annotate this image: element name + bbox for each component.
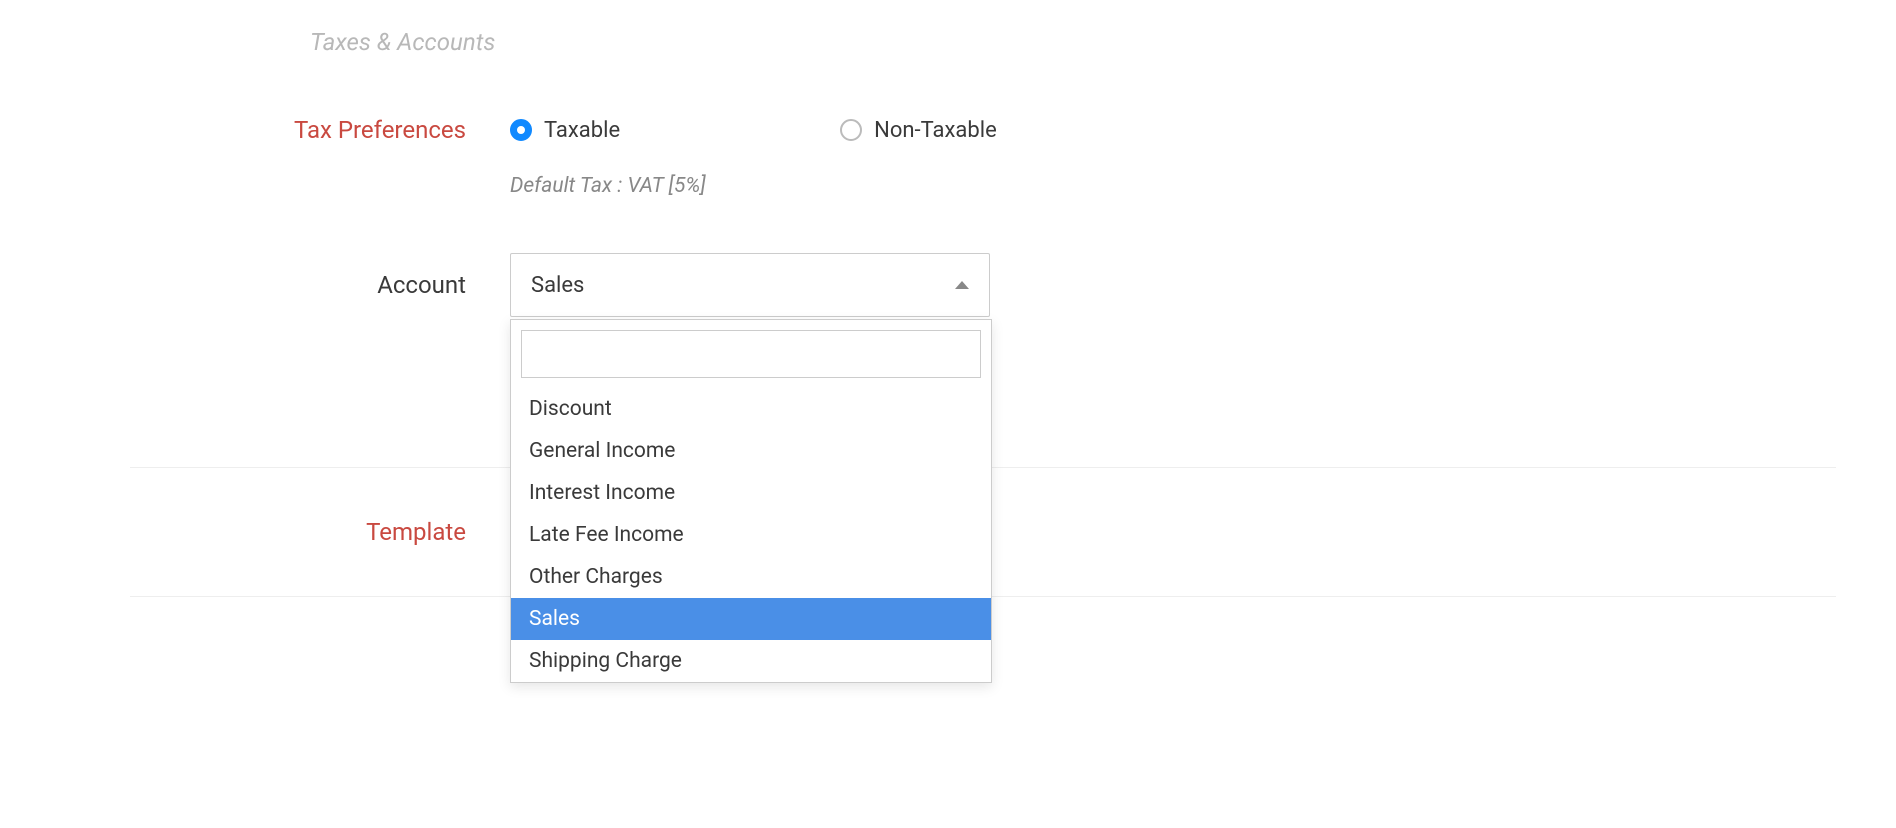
radio-non-taxable[interactable]: Non-Taxable bbox=[840, 118, 997, 143]
account-label: Account bbox=[130, 271, 510, 299]
template-label: Template bbox=[130, 518, 510, 546]
dropdown-item-interest-income[interactable]: Interest Income bbox=[511, 472, 991, 514]
dropdown-item-general-income[interactable]: General Income bbox=[511, 430, 991, 472]
account-select[interactable]: Sales bbox=[510, 253, 990, 317]
radio-non-taxable-label: Non-Taxable bbox=[874, 118, 997, 143]
dropdown-item-discount[interactable]: Discount bbox=[511, 388, 991, 430]
dropdown-item-shipping-charge[interactable]: Shipping Charge bbox=[511, 640, 991, 682]
account-dropdown-list: Discount General Income Interest Income … bbox=[511, 388, 991, 682]
section-heading: Taxes & Accounts bbox=[310, 28, 1836, 56]
radio-circle-checked-icon bbox=[510, 119, 532, 141]
dropdown-item-sales[interactable]: Sales bbox=[511, 598, 991, 640]
dropdown-search-wrapper bbox=[511, 320, 991, 388]
account-row: Account Sales Discount General Income In… bbox=[130, 253, 1836, 317]
caret-up-icon bbox=[955, 281, 969, 289]
radio-taxable[interactable]: Taxable bbox=[510, 118, 620, 143]
tax-preferences-label: Tax Preferences bbox=[130, 116, 510, 144]
account-dropdown: Discount General Income Interest Income … bbox=[510, 319, 992, 683]
account-search-input[interactable] bbox=[521, 330, 981, 378]
radio-circle-unchecked-icon bbox=[840, 119, 862, 141]
default-tax-text: Default Tax : VAT [5%] bbox=[510, 174, 1836, 198]
dropdown-item-late-fee-income[interactable]: Late Fee Income bbox=[511, 514, 991, 556]
radio-taxable-label: Taxable bbox=[544, 118, 620, 143]
tax-preferences-radio-group: Taxable Non-Taxable bbox=[510, 118, 997, 143]
account-select-value: Sales bbox=[531, 273, 584, 298]
tax-preferences-row: Tax Preferences Taxable Non-Taxable bbox=[130, 116, 1836, 144]
dropdown-item-other-charges[interactable]: Other Charges bbox=[511, 556, 991, 598]
